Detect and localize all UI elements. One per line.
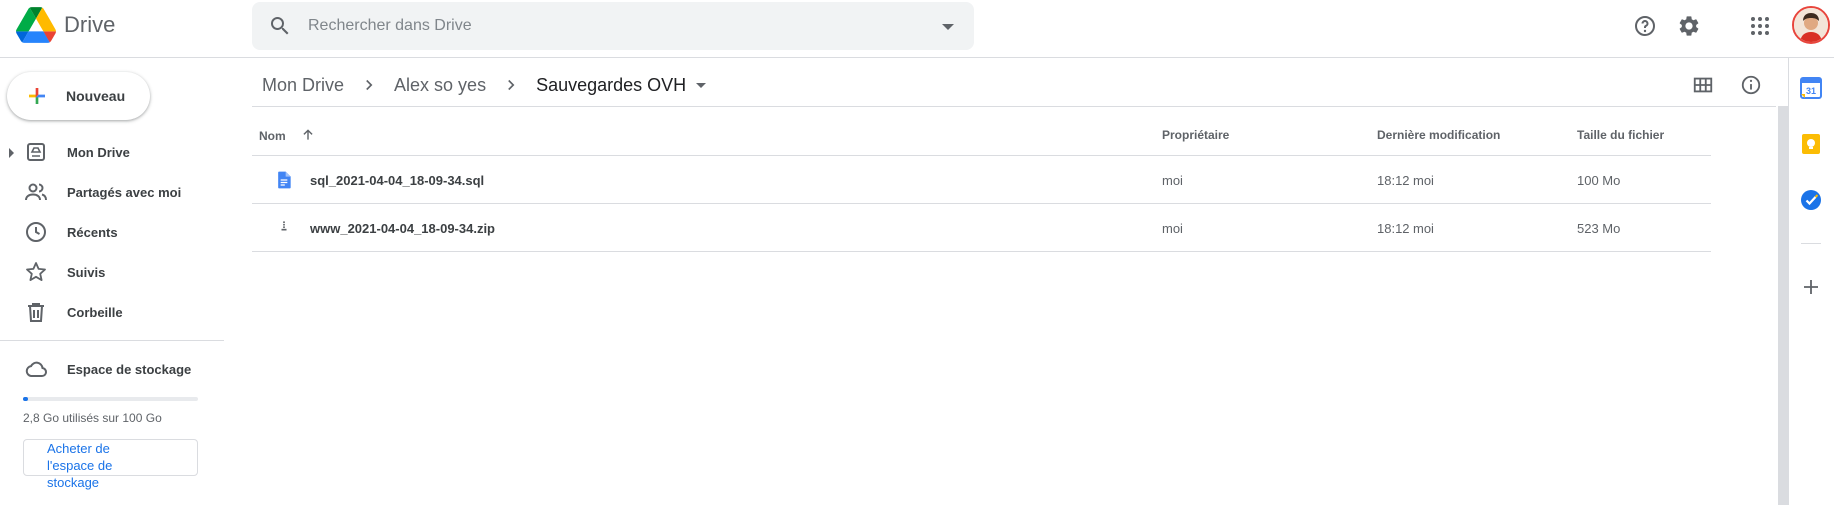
file-name: www_2021-04-04_18-09-34.zip (310, 221, 495, 236)
file-owner: moi (1162, 221, 1183, 236)
trash-icon (28, 303, 44, 322)
top-bar: Drive Rechercher dans Drive (0, 0, 1834, 58)
apps-icon[interactable] (1740, 6, 1780, 46)
storage-progress-fill (23, 397, 28, 401)
sort-ascending-icon[interactable] (301, 128, 315, 142)
column-header-owner[interactable]: Propriétaire (1162, 128, 1229, 142)
sidebar-item-label: Récents (67, 225, 118, 240)
my-drive-icon (27, 143, 45, 161)
search-input[interactable]: Rechercher dans Drive (308, 17, 472, 35)
search-icon[interactable] (268, 14, 292, 38)
buy-storage-button[interactable]: Acheter de l'espace de stockage (23, 439, 198, 490)
side-panel: 31 (1788, 58, 1834, 505)
storage-usage-text: 2,8 Go utilisés sur 100 Go (23, 411, 162, 425)
sidebar-item-trash[interactable]: Corbeille (0, 294, 224, 330)
drive-logo-icon (16, 7, 56, 43)
column-header-label: Nom (259, 129, 286, 143)
column-header-modified[interactable]: Dernière modification (1377, 128, 1500, 142)
sidebar-item-shared[interactable]: Partagés avec moi (0, 174, 224, 210)
file-modified-by: moi (1413, 221, 1434, 236)
breadcrumb-item[interactable]: Mon Drive (262, 75, 344, 96)
plus-icon (29, 88, 45, 104)
sidebar-item-label: Mon Drive (67, 145, 130, 160)
sidebar-divider (0, 340, 224, 341)
chevron-right-icon (366, 79, 373, 91)
file-modified-by: moi (1413, 173, 1434, 188)
shared-icon (25, 183, 47, 201)
chevron-right-icon (508, 79, 515, 91)
table-row[interactable]: www_2021-04-04_18-09-34.zip moi 18:12 mo… (252, 204, 1711, 252)
column-header-size[interactable]: Taille du fichier (1577, 128, 1664, 142)
scrollbar[interactable] (1776, 106, 1788, 505)
folder-menu-caret-icon[interactable] (696, 82, 707, 88)
sidebar-item-label: Espace de stockage (67, 362, 192, 377)
search-bar[interactable]: Rechercher dans Drive (252, 2, 974, 50)
avatar-icon (1794, 8, 1828, 42)
sidebar-item-my-drive[interactable]: Mon Drive (0, 134, 224, 170)
file-owner: moi (1162, 173, 1183, 188)
clock-icon (26, 222, 46, 242)
account-avatar[interactable] (1792, 6, 1830, 44)
column-header-name[interactable]: Nom (259, 128, 315, 143)
new-button[interactable]: Nouveau (7, 72, 150, 120)
grid-view-icon[interactable] (1688, 70, 1718, 100)
document-file-icon (278, 171, 291, 189)
side-panel-divider (1801, 243, 1821, 244)
star-icon (26, 262, 46, 281)
sidebar-item-recent[interactable]: Récents (0, 214, 224, 250)
file-size: 100 Mo (1577, 173, 1621, 188)
add-icon[interactable] (1799, 275, 1823, 299)
file-size: 523 Mo (1577, 221, 1621, 236)
breadcrumb-current-folder[interactable]: Sauvegardes OVH (536, 75, 686, 96)
table-row[interactable]: sql_2021-04-04_18-09-34.sql moi 18:12 mo… (252, 156, 1711, 204)
breadcrumb: Mon Drive Alex so yes Sauvegardes OVH (262, 70, 707, 100)
file-modified-time: 18:12 (1377, 173, 1410, 188)
help-icon[interactable] (1625, 6, 1665, 46)
new-button-label: Nouveau (66, 88, 126, 104)
zip-file-icon (281, 221, 287, 231)
calendar-day-number: 31 (1806, 86, 1816, 96)
buy-storage-label: Acheter de l'espace de stockage (47, 441, 113, 490)
sidebar-item-label: Corbeille (67, 305, 123, 320)
keep-icon[interactable] (1799, 132, 1823, 156)
sidebar-item-label: Suivis (67, 265, 106, 280)
info-icon[interactable] (1736, 70, 1766, 100)
sidebar-item-storage[interactable]: Espace de stockage (0, 351, 224, 387)
breadcrumb-item[interactable]: Alex so yes (394, 75, 486, 96)
sidebar-item-label: Partagés avec moi (67, 185, 182, 200)
file-name: sql_2021-04-04_18-09-34.sql (310, 173, 485, 188)
expand-arrow-icon[interactable] (9, 148, 14, 158)
drive-logo[interactable]: Drive (16, 7, 115, 43)
storage-progress-bar (23, 397, 198, 401)
file-modified-time: 18:12 (1377, 221, 1410, 236)
settings-icon[interactable] (1669, 6, 1709, 46)
app-name: Drive (64, 12, 116, 37)
search-options-icon[interactable] (942, 24, 954, 30)
scrollbar-thumb[interactable] (1778, 106, 1788, 505)
sidebar-item-starred[interactable]: Suivis (0, 254, 224, 290)
tasks-icon[interactable] (1799, 188, 1823, 212)
calendar-icon[interactable]: 31 (1799, 76, 1823, 100)
toolbar-divider (252, 106, 1776, 107)
cloud-icon (25, 361, 47, 378)
drive-app: Drive Rechercher dans Drive Nouveau Mon … (0, 0, 1834, 505)
